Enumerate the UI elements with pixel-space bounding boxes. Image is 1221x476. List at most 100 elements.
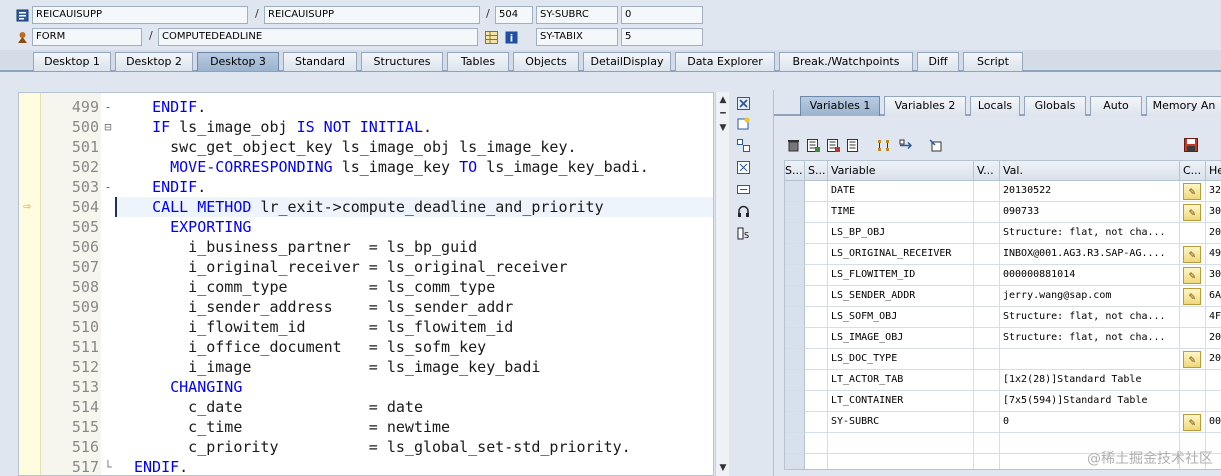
edit-pencil-icon[interactable]: ✎ [1183, 246, 1201, 263]
row-selector[interactable] [785, 370, 805, 391]
config-icon[interactable]: S [734, 224, 752, 242]
table-icon[interactable] [483, 29, 499, 45]
code-line[interactable]: 513 CHANGING [19, 377, 713, 397]
tab-locals[interactable]: Locals [970, 96, 1020, 116]
code-line[interactable]: 505 EXPORTING [19, 217, 713, 237]
row-selector[interactable] [785, 307, 805, 328]
list-icon[interactable] [804, 136, 822, 154]
tab-desktop-2[interactable]: Desktop 2 [115, 52, 193, 71]
tab-globals[interactable]: Globals [1024, 96, 1086, 116]
code-line[interactable]: 516 c_priority = ls_global_set-std_prior… [19, 437, 713, 457]
variables-grid[interactable]: S... S... Variable V... Val. C... He DAT… [784, 160, 1221, 470]
routine-field[interactable]: COMPUTEDEADLINE [158, 28, 478, 46]
edit-pencil-icon[interactable]: ✎ [1183, 204, 1201, 221]
variable-row[interactable]: LS_BP_OBJ Structure: flat, not cha... 200 [785, 223, 1221, 244]
tab-objects[interactable]: Objects [513, 52, 579, 71]
code-line[interactable]: 511 i_office_document = ls_sofm_key [19, 337, 713, 357]
edit-pencil-icon[interactable]: ✎ [1183, 288, 1201, 305]
code-line[interactable]: 515 c_time = newtime [19, 417, 713, 437]
code-line[interactable]: 503- ENDIF. [19, 177, 713, 197]
col-header-status2[interactable]: S... [805, 161, 828, 181]
export-icon[interactable] [926, 136, 944, 154]
source-editor[interactable]: 499- ENDIF. 500 ⊟ IF ls_image_obj IS NOT I… [18, 92, 714, 476]
variable-row[interactable]: LS_ORIGINAL_RECEIVER INBOX@001.AG3.R3.SAP… [785, 244, 1221, 265]
tab-auto[interactable]: Auto [1090, 96, 1142, 116]
close-icon[interactable] [734, 94, 752, 112]
variable-row[interactable]: LT_CONTAINER [7x5(594)]Standard Table [785, 391, 1221, 412]
variable-row[interactable]: LS_DOC_TYPE ✎ 200 [785, 349, 1221, 370]
headset-icon[interactable] [734, 202, 752, 220]
row-selector[interactable] [785, 328, 805, 349]
row-selector[interactable] [785, 244, 805, 265]
row-selector[interactable] [785, 181, 805, 202]
edit-pencil-icon[interactable]: ✎ [1183, 183, 1201, 200]
variable-row[interactable]: LS_FLOWITEM_ID 000000881014✎ 300 [785, 265, 1221, 286]
tab-tables[interactable]: Tables [447, 52, 509, 71]
variable-row[interactable]: LS_SOFM_OBJ Structure: flat, not cha... 4F… [785, 307, 1221, 328]
save-icon[interactable] [1182, 136, 1200, 154]
delete-icon[interactable] [784, 136, 802, 154]
tab-data-explorer[interactable]: Data Explorer [675, 52, 775, 71]
code-line[interactable]: 514 c_date = date [19, 397, 713, 417]
sysvar-value[interactable]: 0 [621, 6, 703, 24]
program-field[interactable]: REICAUISUPP [32, 6, 248, 24]
tab-diff[interactable]: Diff [917, 52, 959, 71]
edit-pencil-icon[interactable]: ✎ [1183, 351, 1201, 368]
code-line[interactable]: 509 i_sender_address = ls_sender_addr [19, 297, 713, 317]
info-icon[interactable]: i [503, 29, 519, 45]
tab-breakpoints[interactable]: Break./Watchpoints [779, 52, 913, 71]
scroll-mid-icon[interactable]: ━ [717, 108, 729, 120]
variable-row[interactable]: TIME 090733✎ 300 [785, 202, 1221, 223]
tab-memory-analysis[interactable]: Memory An [1146, 96, 1221, 116]
code-line[interactable]: 507 i_original_receiver = ls_original_re… [19, 257, 713, 277]
code-line[interactable]: 508 i_comm_type = ls_comm_type [19, 277, 713, 297]
col-header-value[interactable]: Val. [1000, 161, 1180, 181]
sysvar-value[interactable]: 5 [621, 28, 703, 46]
code-line[interactable]: 512 i_image = ls_image_key_badi [19, 357, 713, 377]
fold-marker[interactable]: ⊟ [102, 117, 114, 137]
row-selector[interactable] [785, 223, 805, 244]
form-type-field[interactable]: FORM [32, 28, 142, 46]
split-icon[interactable] [734, 136, 752, 154]
scroll-bottom-icon[interactable]: ▼ [717, 462, 729, 474]
row-selector[interactable] [785, 349, 805, 370]
row-selector[interactable] [785, 454, 805, 469]
line-field[interactable]: 504 [495, 6, 533, 24]
list2-icon[interactable] [824, 136, 842, 154]
new-icon[interactable] [734, 114, 752, 132]
tab-desktop-3[interactable]: Desktop 3 [197, 52, 279, 71]
row-selector[interactable] [785, 202, 805, 223]
variable-row[interactable]: DATE 20130522✎ 320 [785, 181, 1221, 202]
scroll-down-icon[interactable]: ▼ [717, 122, 729, 134]
code-line[interactable]: ⇨ 504 CALL METHOD lr_exit->compute_deadli… [19, 197, 713, 217]
tab-variables-2[interactable]: Variables 2 [884, 96, 966, 116]
col-header-change[interactable]: C... [1180, 161, 1206, 181]
code-line[interactable]: 501 swc_get_object_key ls_image_obj ls_i… [19, 137, 713, 157]
resize-icon[interactable] [734, 180, 752, 198]
editor-scrollbar[interactable]: ▲ ━ ▼ ▼ [715, 92, 729, 476]
code-line[interactable]: 499- ENDIF. [19, 97, 713, 117]
row-selector[interactable] [785, 286, 805, 307]
row-selector[interactable] [785, 412, 805, 433]
variable-row[interactable]: LS_SENDER_ADDR jerry.wang@sap.com✎ 6A0 [785, 286, 1221, 307]
row-selector[interactable] [785, 433, 805, 454]
variable-row[interactable]: SY-SUBRC 0✎ 000 [785, 412, 1221, 433]
move-icon[interactable] [896, 136, 914, 154]
edit-pencil-icon[interactable]: ✎ [1183, 414, 1201, 431]
tab-structures[interactable]: Structures [361, 52, 443, 71]
code-line[interactable]: 517 └ ENDIF. [19, 457, 713, 475]
col-header-v[interactable]: V... [974, 161, 1000, 181]
edit-pencil-icon[interactable]: ✎ [1183, 267, 1201, 284]
tab-standard[interactable]: Standard [283, 52, 357, 71]
row-selector[interactable] [785, 265, 805, 286]
list3-icon[interactable] [844, 136, 862, 154]
tab-desktop-1[interactable]: Desktop 1 [33, 52, 111, 71]
variable-row[interactable]: LT_ACTOR_TAB [1x2(28)]Standard Table [785, 370, 1221, 391]
col-header-status[interactable]: S... [785, 161, 805, 181]
maximize-icon[interactable] [734, 158, 752, 176]
col-header-hex[interactable]: He [1206, 161, 1221, 181]
include-field[interactable]: REICAUISUPP [264, 6, 480, 24]
tab-detaildisplay[interactable]: DetailDisplay [583, 52, 671, 71]
col-header-variable[interactable]: Variable [828, 161, 974, 181]
tab-script[interactable]: Script [963, 52, 1023, 71]
